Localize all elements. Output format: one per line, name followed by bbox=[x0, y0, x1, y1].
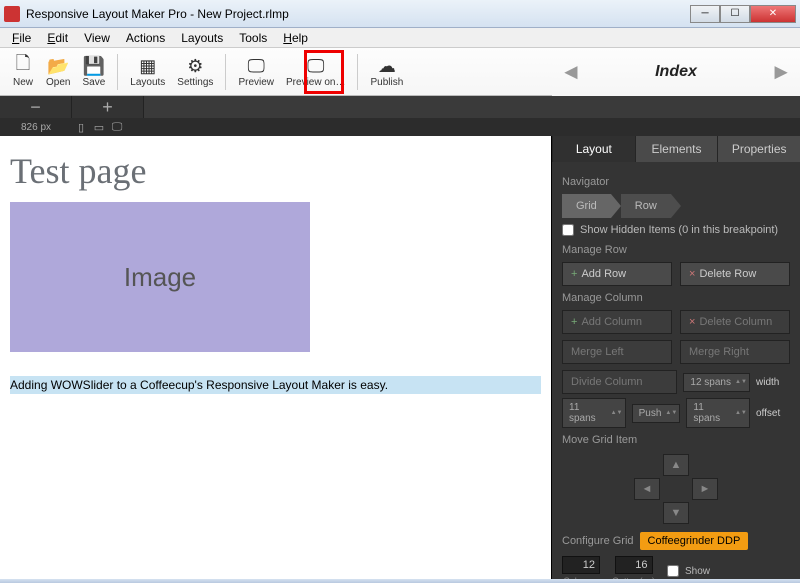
width-label: width bbox=[756, 377, 790, 388]
monitor-icon: 🖵 bbox=[307, 55, 324, 77]
nav-grid[interactable]: Grid bbox=[562, 194, 611, 218]
move-left-button[interactable]: ◄ bbox=[634, 478, 660, 500]
layouts-button[interactable]: ▦Layouts bbox=[124, 50, 171, 94]
menu-edit[interactable]: Edit bbox=[39, 29, 76, 47]
new-button[interactable]: 🗋New bbox=[6, 50, 40, 94]
merge-right-button[interactable]: Merge Right bbox=[680, 340, 790, 364]
move-up-button[interactable]: ▲ bbox=[663, 454, 689, 476]
show-grid-label: Show bbox=[685, 566, 710, 577]
show-hidden-label: Show Hidden Items (0 in this breakpoint) bbox=[580, 224, 778, 236]
page-heading[interactable]: Test page bbox=[10, 150, 541, 192]
window-title: Responsive Layout Maker Pro - New Projec… bbox=[26, 7, 690, 21]
breakpoint-bar: 826 px ▯ ▭ 🖵 bbox=[0, 118, 800, 136]
grid-preset-badge[interactable]: Coffeegrinder DDP bbox=[640, 532, 749, 550]
move-down-button[interactable]: ▼ bbox=[663, 502, 689, 524]
menu-actions[interactable]: Actions bbox=[118, 29, 173, 47]
publish-button[interactable]: ☁Publish bbox=[364, 50, 409, 94]
settings-button[interactable]: ⚙Settings bbox=[171, 50, 219, 94]
add-column-button[interactable]: Add Column bbox=[562, 310, 672, 334]
window-border bbox=[0, 579, 800, 583]
nav-title: Index bbox=[655, 63, 697, 81]
app-icon bbox=[4, 6, 20, 22]
columns-spinner[interactable]: 12 bbox=[562, 556, 600, 574]
configure-grid-label: Configure Grid bbox=[562, 535, 634, 547]
menu-file[interactable]: File bbox=[4, 29, 39, 47]
tab-layout[interactable]: Layout bbox=[552, 136, 635, 162]
navigator-label: Navigator bbox=[562, 176, 790, 188]
image-placeholder[interactable]: Image bbox=[10, 202, 310, 352]
dpad: ▲ ◄ ► ▼ bbox=[626, 454, 726, 524]
move-grid-label: Move Grid Item bbox=[562, 434, 790, 446]
cloud-upload-icon: ☁ bbox=[378, 55, 396, 77]
save-button[interactable]: 💾Save bbox=[76, 50, 111, 94]
zoom-bar: − + bbox=[0, 96, 800, 118]
breakpoint-px: 826 px bbox=[0, 122, 72, 133]
manage-column-label: Manage Column bbox=[562, 292, 790, 304]
titlebar: Responsive Layout Maker Pro - New Projec… bbox=[0, 0, 800, 28]
toolbar: 🗋New 📂Open 💾Save ▦Layouts ⚙Settings 🖵Pre… bbox=[0, 48, 800, 96]
spans-offset2-spinner[interactable]: 11 spans▲▼ bbox=[686, 398, 750, 428]
separator bbox=[225, 54, 226, 90]
grid-icon: ▦ bbox=[139, 55, 156, 77]
tab-properties[interactable]: Properties bbox=[717, 136, 800, 162]
tab-elements[interactable]: Elements bbox=[635, 136, 718, 162]
manage-row-label: Manage Row bbox=[562, 244, 790, 256]
move-right-button[interactable]: ► bbox=[692, 478, 718, 500]
zoom-out-button[interactable]: − bbox=[0, 96, 72, 118]
delete-column-button[interactable]: Delete Column bbox=[680, 310, 790, 334]
preview-on-button[interactable]: 🖵Preview on… bbox=[280, 50, 351, 94]
canvas[interactable]: Test page Image Adding WOWSlider to a Co… bbox=[0, 136, 552, 583]
menubar: File Edit View Actions Layouts Tools Hel… bbox=[0, 28, 800, 48]
show-grid-checkbox[interactable] bbox=[667, 565, 679, 577]
maximize-button[interactable]: ☐ bbox=[720, 5, 750, 23]
folder-icon: 📂 bbox=[47, 55, 69, 77]
file-icon: 🗋 bbox=[16, 55, 30, 77]
image-label: Image bbox=[124, 262, 196, 293]
push-spinner[interactable]: Push▲▼ bbox=[632, 404, 681, 423]
delete-row-button[interactable]: Delete Row bbox=[680, 262, 790, 286]
monitor-icon: 🖵 bbox=[248, 55, 265, 77]
menu-layouts[interactable]: Layouts bbox=[173, 29, 231, 47]
preview-button[interactable]: 🖵Preview bbox=[232, 50, 280, 94]
separator bbox=[117, 54, 118, 90]
separator bbox=[357, 54, 358, 90]
show-hidden-checkbox[interactable] bbox=[562, 224, 574, 236]
add-row-button[interactable]: Add Row bbox=[562, 262, 672, 286]
minimize-button[interactable]: ─ bbox=[690, 5, 720, 23]
device-phone-icon[interactable]: ▯ bbox=[72, 121, 90, 134]
device-desktop-icon[interactable]: 🖵 bbox=[108, 121, 126, 134]
gear-icon: ⚙ bbox=[187, 55, 203, 77]
disk-icon: 💾 bbox=[83, 55, 105, 77]
zoom-in-button[interactable]: + bbox=[72, 96, 144, 118]
paragraph[interactable]: Adding WOWSlider to a Coffeecup's Respon… bbox=[10, 376, 541, 394]
nav-row[interactable]: Row bbox=[621, 194, 671, 218]
nav-next-icon[interactable]: ► bbox=[770, 59, 792, 85]
side-panel: Layout Elements Properties Navigator Gri… bbox=[552, 136, 800, 583]
spans-width-spinner[interactable]: 12 spans▲▼ bbox=[683, 373, 750, 392]
nav-prev-icon[interactable]: ◄ bbox=[560, 59, 582, 85]
divide-column-button[interactable]: Divide Column bbox=[562, 370, 677, 394]
menu-help[interactable]: Help bbox=[275, 29, 316, 47]
menu-tools[interactable]: Tools bbox=[231, 29, 275, 47]
offset-label: offset bbox=[756, 408, 790, 419]
close-button[interactable]: ✕ bbox=[750, 5, 796, 23]
open-button[interactable]: 📂Open bbox=[40, 50, 76, 94]
device-tablet-icon[interactable]: ▭ bbox=[90, 121, 108, 134]
gutter-spinner[interactable]: 16 bbox=[615, 556, 653, 574]
merge-left-button[interactable]: Merge Left bbox=[562, 340, 672, 364]
nav-area: ◄ Index ► bbox=[552, 48, 800, 96]
menu-view[interactable]: View bbox=[76, 29, 118, 47]
spans-offset-spinner[interactable]: 11 spans▲▼ bbox=[562, 398, 626, 428]
